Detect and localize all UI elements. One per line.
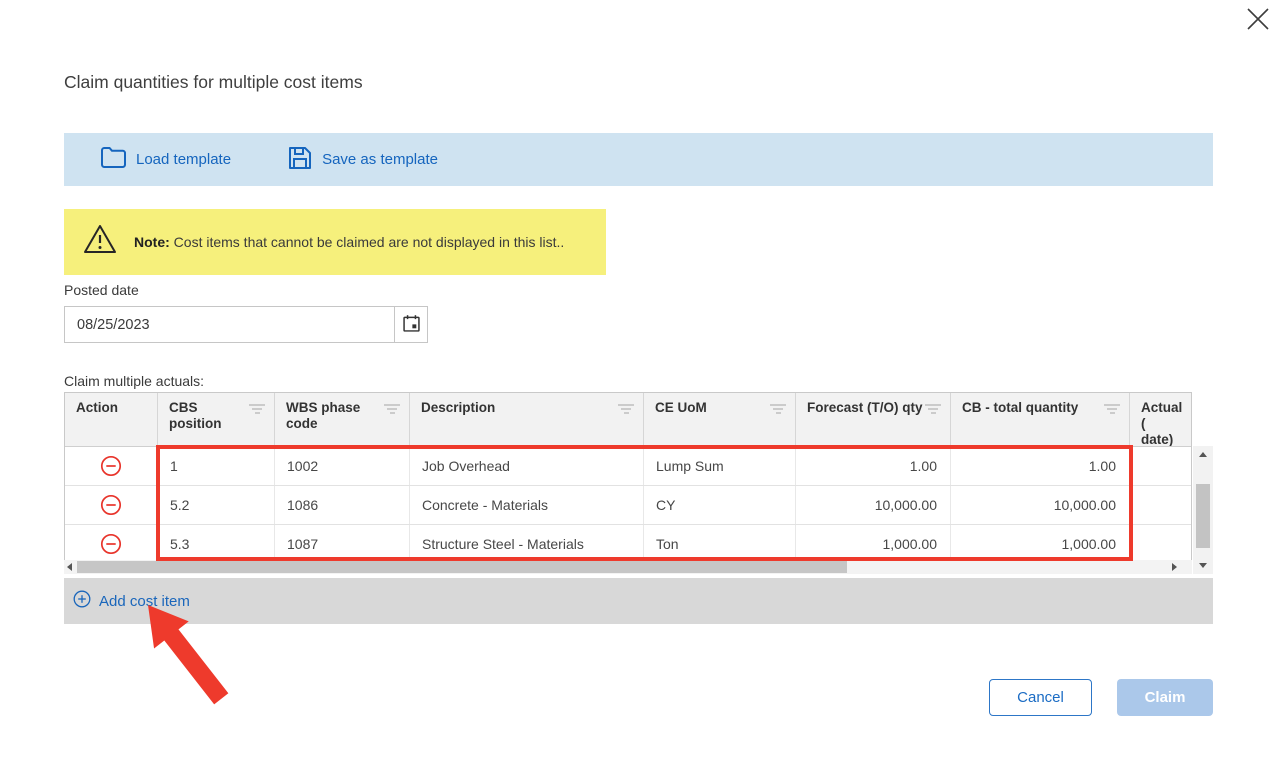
cell-cbs-position: 5.3 — [158, 525, 275, 563]
save-icon — [287, 145, 313, 175]
cell-description: Structure Steel - Materials — [410, 525, 644, 563]
add-cost-item-label: Add cost item — [99, 593, 190, 610]
cell-cbs-position: 5.2 — [158, 486, 275, 524]
cell-actual-qty[interactable] — [1130, 447, 1191, 485]
filter-icon[interactable] — [384, 404, 400, 416]
header-row: Action CBS position WBS phase code Descr… — [65, 393, 1191, 447]
cell-actual-qty[interactable] — [1130, 486, 1191, 524]
cell-ce-uom: CY — [644, 486, 796, 524]
column-header-actual-date: Actual (date) — [1130, 393, 1191, 446]
posted-date-input[interactable] — [65, 307, 394, 342]
vertical-scrollbar[interactable] — [1193, 446, 1213, 574]
column-header-cbs-position: CBS position — [158, 393, 275, 446]
filter-icon[interactable] — [1104, 404, 1120, 416]
cell-wbs-phase-code: 1002 — [275, 447, 410, 485]
note-banner: Note: Cost items that cannot be claimed … — [64, 209, 606, 275]
cell-cb-total-quantity: 1,000.00 — [951, 525, 1130, 563]
close-button[interactable] — [1242, 4, 1274, 36]
save-as-template-label: Save as template — [322, 151, 438, 168]
minus-circle-icon — [100, 494, 122, 516]
note-prefix: Note: — [134, 234, 170, 250]
scroll-down-icon[interactable] — [1199, 563, 1207, 568]
claim-table-caption: Claim multiple actuals: — [64, 373, 204, 389]
table-row: 5.3 1087 Structure Steel - Materials Ton… — [65, 525, 1191, 563]
column-header-action: Action — [65, 393, 158, 446]
column-header-cb-total-quantity: CB - total quantity — [951, 393, 1130, 446]
scroll-up-icon[interactable] — [1199, 452, 1207, 457]
table-row: 1 1002 Job Overhead Lump Sum 1.00 1.00 — [65, 447, 1191, 486]
page-title: Claim quantities for multiple cost items — [64, 72, 363, 93]
folder-icon — [100, 146, 127, 173]
cell-forecast-qty: 1,000.00 — [796, 525, 951, 563]
save-as-template-button[interactable]: Save as template — [287, 145, 438, 175]
minus-circle-icon — [100, 455, 122, 477]
cell-wbs-phase-code: 1086 — [275, 486, 410, 524]
cell-ce-uom: Ton — [644, 525, 796, 563]
horizontal-scrollbar-thumb[interactable] — [77, 561, 847, 573]
column-header-description: Description — [410, 393, 644, 446]
add-cost-item-button[interactable]: Add cost item — [73, 590, 190, 612]
cell-forecast-qty: 1.00 — [796, 447, 951, 485]
table-row: 5.2 1086 Concrete - Materials CY 10,000.… — [65, 486, 1191, 525]
cancel-button[interactable]: Cancel — [989, 679, 1092, 716]
filter-icon[interactable] — [249, 404, 265, 416]
remove-row-button[interactable] — [100, 494, 122, 516]
claim-quantities-dialog: Claim quantities for multiple cost items… — [0, 0, 1278, 761]
minus-circle-icon — [100, 533, 122, 555]
scroll-left-icon[interactable] — [67, 563, 72, 571]
cell-actual-qty[interactable] — [1130, 525, 1191, 563]
note-text: Note: Cost items that cannot be claimed … — [134, 234, 564, 250]
claim-table: Action CBS position WBS phase code Descr… — [64, 392, 1213, 576]
add-cost-item-bar: Add cost item — [64, 578, 1213, 624]
vertical-scrollbar-thumb[interactable] — [1196, 484, 1210, 548]
cell-cbs-position: 1 — [158, 447, 275, 485]
cell-description: Job Overhead — [410, 447, 644, 485]
filter-icon[interactable] — [925, 404, 941, 416]
scroll-right-icon[interactable] — [1172, 563, 1177, 571]
column-header-forecast-qty: Forecast (T/O) qty — [796, 393, 951, 446]
column-header-ce-uom: CE UoM — [644, 393, 796, 446]
date-picker-button[interactable] — [394, 307, 427, 342]
remove-row-button[interactable] — [100, 533, 122, 555]
load-template-button[interactable]: Load template — [100, 146, 231, 173]
horizontal-scrollbar[interactable] — [64, 560, 1192, 574]
cell-wbs-phase-code: 1087 — [275, 525, 410, 563]
cell-cb-total-quantity: 10,000.00 — [951, 486, 1130, 524]
cell-cb-total-quantity: 1.00 — [951, 447, 1130, 485]
cell-ce-uom: Lump Sum — [644, 447, 796, 485]
filter-icon[interactable] — [618, 404, 634, 416]
warning-icon — [82, 223, 118, 261]
column-header-wbs-phase-code: WBS phase code — [275, 393, 410, 446]
posted-date-label: Posted date — [64, 282, 139, 298]
template-toolbar: Load template Save as template — [64, 133, 1213, 186]
claim-grid: Action CBS position WBS phase code Descr… — [64, 392, 1192, 564]
plus-circle-icon — [73, 590, 91, 612]
close-icon — [1244, 5, 1272, 36]
load-template-label: Load template — [136, 151, 231, 168]
remove-row-button[interactable] — [100, 455, 122, 477]
filter-icon[interactable] — [770, 404, 786, 416]
calendar-icon — [401, 313, 422, 337]
claim-button[interactable]: Claim — [1117, 679, 1213, 716]
cell-forecast-qty: 10,000.00 — [796, 486, 951, 524]
cell-description: Concrete - Materials — [410, 486, 644, 524]
posted-date-field — [64, 306, 428, 343]
